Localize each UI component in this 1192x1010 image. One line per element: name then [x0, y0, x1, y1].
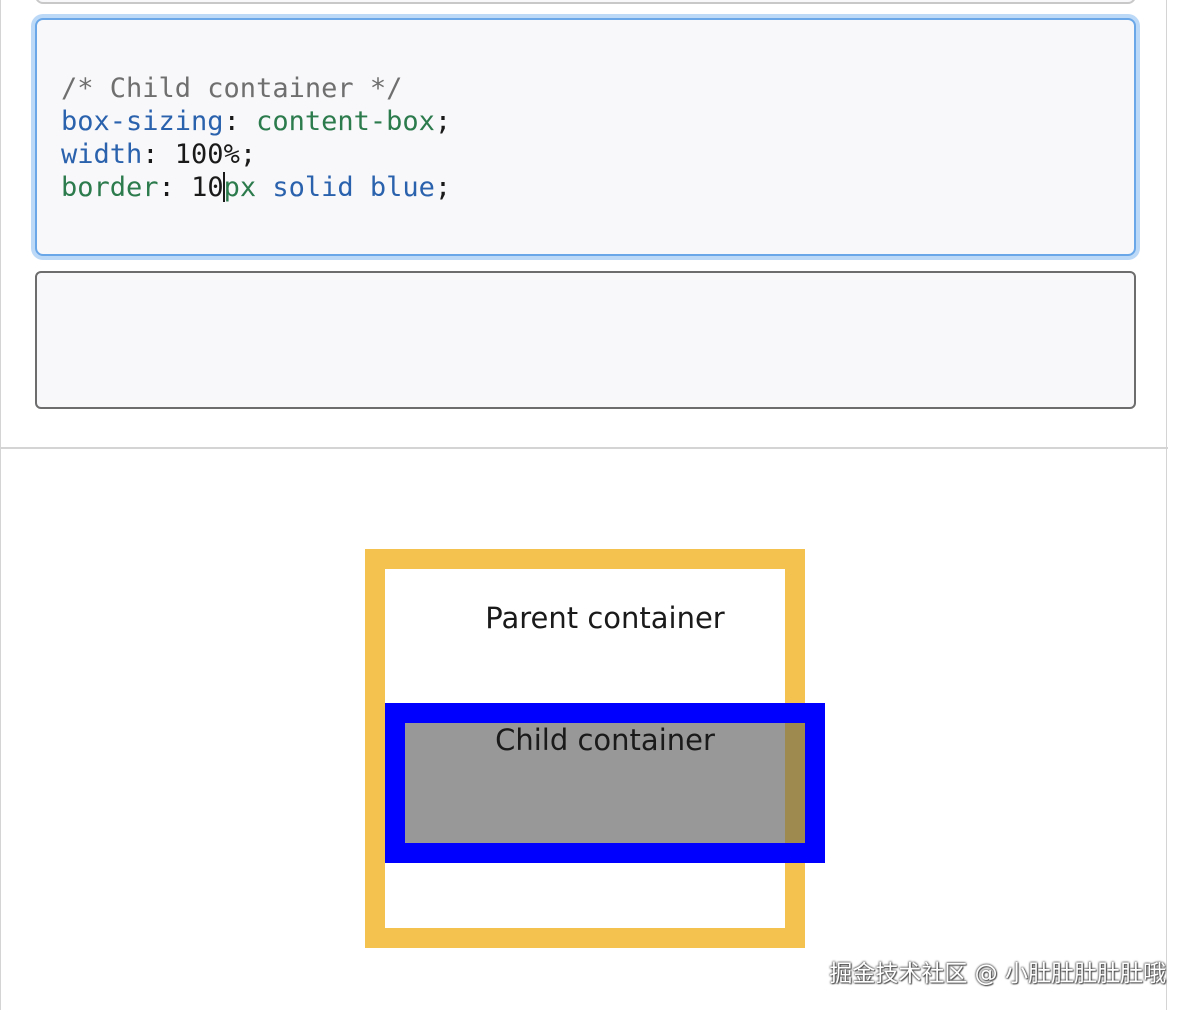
code-line-border: border: 10px solid blue;	[61, 171, 1134, 204]
code-line-comment: /* Child container */	[61, 72, 1134, 105]
code-colon: :	[158, 172, 192, 203]
code-comment: /* Child container */	[61, 73, 403, 104]
previous-editor-box[interactable]	[35, 0, 1136, 4]
code-line-width: width: 100%;	[61, 138, 1134, 171]
code-value: content-box	[256, 106, 435, 137]
code-colon: :	[223, 106, 257, 137]
code-property: box-sizing	[61, 106, 224, 137]
css-code-editor[interactable]: /* Child container */ box-sizing: conten…	[35, 18, 1136, 256]
playground-panel: /* Child container */ box-sizing: conten…	[0, 0, 1168, 1010]
child-container-label: Child container	[495, 723, 715, 757]
code-value-keywords: solid blue	[256, 172, 435, 203]
html-code-editor[interactable]	[35, 271, 1136, 409]
code-semicolon: ;	[239, 139, 257, 170]
code-property: width	[61, 139, 143, 170]
watermark-text: 掘金技术社区 @ 小肚肚肚肚肚哦	[829, 961, 1166, 987]
code-line-box-sizing: box-sizing: content-box;	[61, 105, 1134, 138]
code-colon: :	[142, 139, 175, 170]
parent-container-label: Parent container	[485, 601, 725, 635]
code-semicolon: ;	[434, 106, 452, 137]
code-semicolon: ;	[434, 172, 452, 203]
code-value-number: 10	[191, 172, 224, 203]
code-property: border	[61, 172, 159, 203]
code-value-unit: px	[223, 172, 257, 203]
code-value: 100%	[174, 139, 240, 170]
panel-divider	[1, 447, 1168, 449]
